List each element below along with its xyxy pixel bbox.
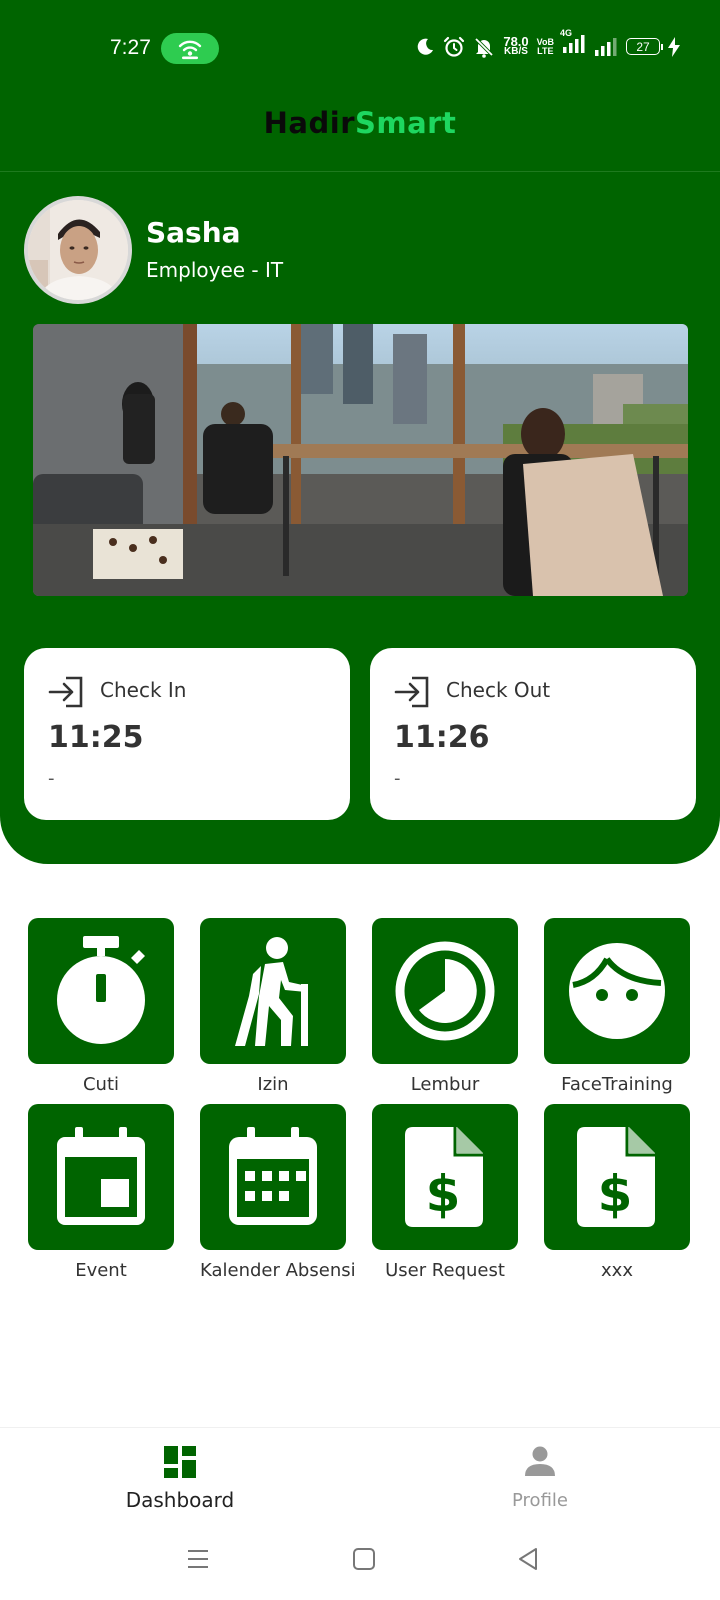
nav-item-profile[interactable]: Profile: [440, 1446, 640, 1511]
menu-item-lembur[interactable]: Lembur: [372, 918, 518, 1095]
alarm-icon: [444, 36, 465, 57]
check-out-note: -: [394, 768, 401, 789]
mute-bell-icon: [475, 37, 494, 58]
check-in-label: Check In: [100, 678, 187, 702]
menu-tile[interactable]: [28, 1104, 174, 1250]
menu-label: Kalender Absensi: [200, 1260, 356, 1281]
menu-label: xxx: [601, 1260, 633, 1281]
menu-tile[interactable]: $: [372, 1104, 518, 1250]
calendar-grid-icon: [229, 1127, 317, 1225]
back-icon[interactable]: [516, 1547, 540, 1571]
moon-icon: [418, 38, 434, 55]
invoice-dollar-icon: $: [405, 1127, 483, 1227]
menu-item-event[interactable]: Event: [28, 1104, 174, 1281]
login-icon: [394, 676, 429, 708]
menu-label: Izin: [257, 1074, 289, 1095]
signal-icon: 4G: [560, 28, 586, 59]
login-icon: [48, 676, 83, 708]
menu-item-xxx[interactable]: $ xxx: [544, 1104, 690, 1281]
app-title: HadirSmart: [0, 106, 720, 140]
hotspot-icon: [161, 33, 219, 64]
svg-text:$: $: [598, 1165, 633, 1223]
net-speed-unit: KB/S: [504, 45, 528, 57]
app-title-part2: Smart: [355, 106, 457, 140]
home-icon[interactable]: [352, 1547, 376, 1571]
menu-label: Lembur: [410, 1074, 480, 1095]
menu-item-facetraining[interactable]: FaceTraining: [544, 918, 690, 1095]
check-out-card[interactable]: Check Out 11:26 -: [370, 648, 696, 820]
clock-pie-icon: [395, 941, 495, 1041]
user-role: Employee - IT: [146, 258, 284, 282]
net-speed-value: 78.0: [503, 33, 529, 49]
status-icons: 78.0 KB/S VoB LTE 4G 27: [415, 28, 680, 59]
office-photo: [33, 324, 688, 596]
network-type: 4G: [560, 28, 573, 38]
stopwatch-icon: [57, 936, 145, 1044]
nav-label-profile: Profile: [512, 1490, 568, 1511]
signal-icon: [595, 37, 617, 56]
menu-item-user-request[interactable]: $ User Request: [372, 1104, 518, 1281]
charging-icon: [668, 36, 680, 57]
volte-bottom: LTE: [537, 45, 554, 56]
hiker-icon: [235, 937, 308, 1046]
person-icon: [525, 1446, 555, 1476]
status-time: 7:27: [110, 36, 151, 59]
nav-label-dashboard: Dashboard: [125, 1488, 235, 1512]
check-out-label: Check Out: [446, 678, 551, 702]
battery-level: 27: [636, 39, 650, 54]
bottom-nav: Dashboard Profile: [0, 1427, 720, 1527]
calendar-event-icon: [57, 1127, 145, 1225]
menu-label: FaceTraining: [561, 1074, 673, 1095]
menu-label: Event: [75, 1260, 127, 1281]
status-bar: 7:27 78.0 KB/S VoB LTE 4G 27: [0, 0, 720, 94]
profile-hero: Sasha Employee - IT Check In 11:25 - Che…: [0, 172, 720, 864]
menu-tile[interactable]: [200, 1104, 346, 1250]
face-icon: [569, 943, 665, 1039]
menu-tile[interactable]: $: [544, 1104, 690, 1250]
user-name: Sasha: [146, 216, 241, 249]
menu-label: Cuti: [82, 1074, 120, 1095]
system-nav-bar: [0, 1527, 720, 1600]
menu-tile[interactable]: [28, 918, 174, 1064]
menu-item-cuti[interactable]: Cuti: [28, 918, 174, 1095]
battery-icon: 27: [626, 38, 663, 55]
net-speed: 78.0 KB/S: [503, 33, 529, 57]
menu-icon[interactable]: [186, 1547, 210, 1571]
check-in-card[interactable]: Check In 11:25 -: [24, 648, 350, 820]
svg-text:$: $: [426, 1165, 461, 1223]
menu-label: User Request: [385, 1260, 505, 1281]
nav-item-dashboard[interactable]: Dashboard: [80, 1446, 280, 1512]
dashboard-icon: [164, 1446, 196, 1478]
app-title-part1: Hadir: [263, 106, 355, 140]
app-header: HadirSmart: [0, 94, 720, 172]
check-out-time: 11:26: [394, 720, 490, 755]
menu-tile[interactable]: [372, 918, 518, 1064]
menu-item-izin[interactable]: Izin: [200, 918, 346, 1095]
check-in-time: 11:25: [48, 720, 144, 755]
menu-item-kalender-absensi[interactable]: Kalender Absensi: [200, 1104, 356, 1281]
menu-tile[interactable]: [544, 918, 690, 1064]
check-in-note: -: [48, 768, 55, 789]
invoice-dollar-icon: $: [577, 1127, 655, 1227]
avatar[interactable]: [24, 196, 132, 304]
volte-indicator: VoB LTE: [537, 37, 554, 56]
menu-tile[interactable]: [200, 918, 346, 1064]
